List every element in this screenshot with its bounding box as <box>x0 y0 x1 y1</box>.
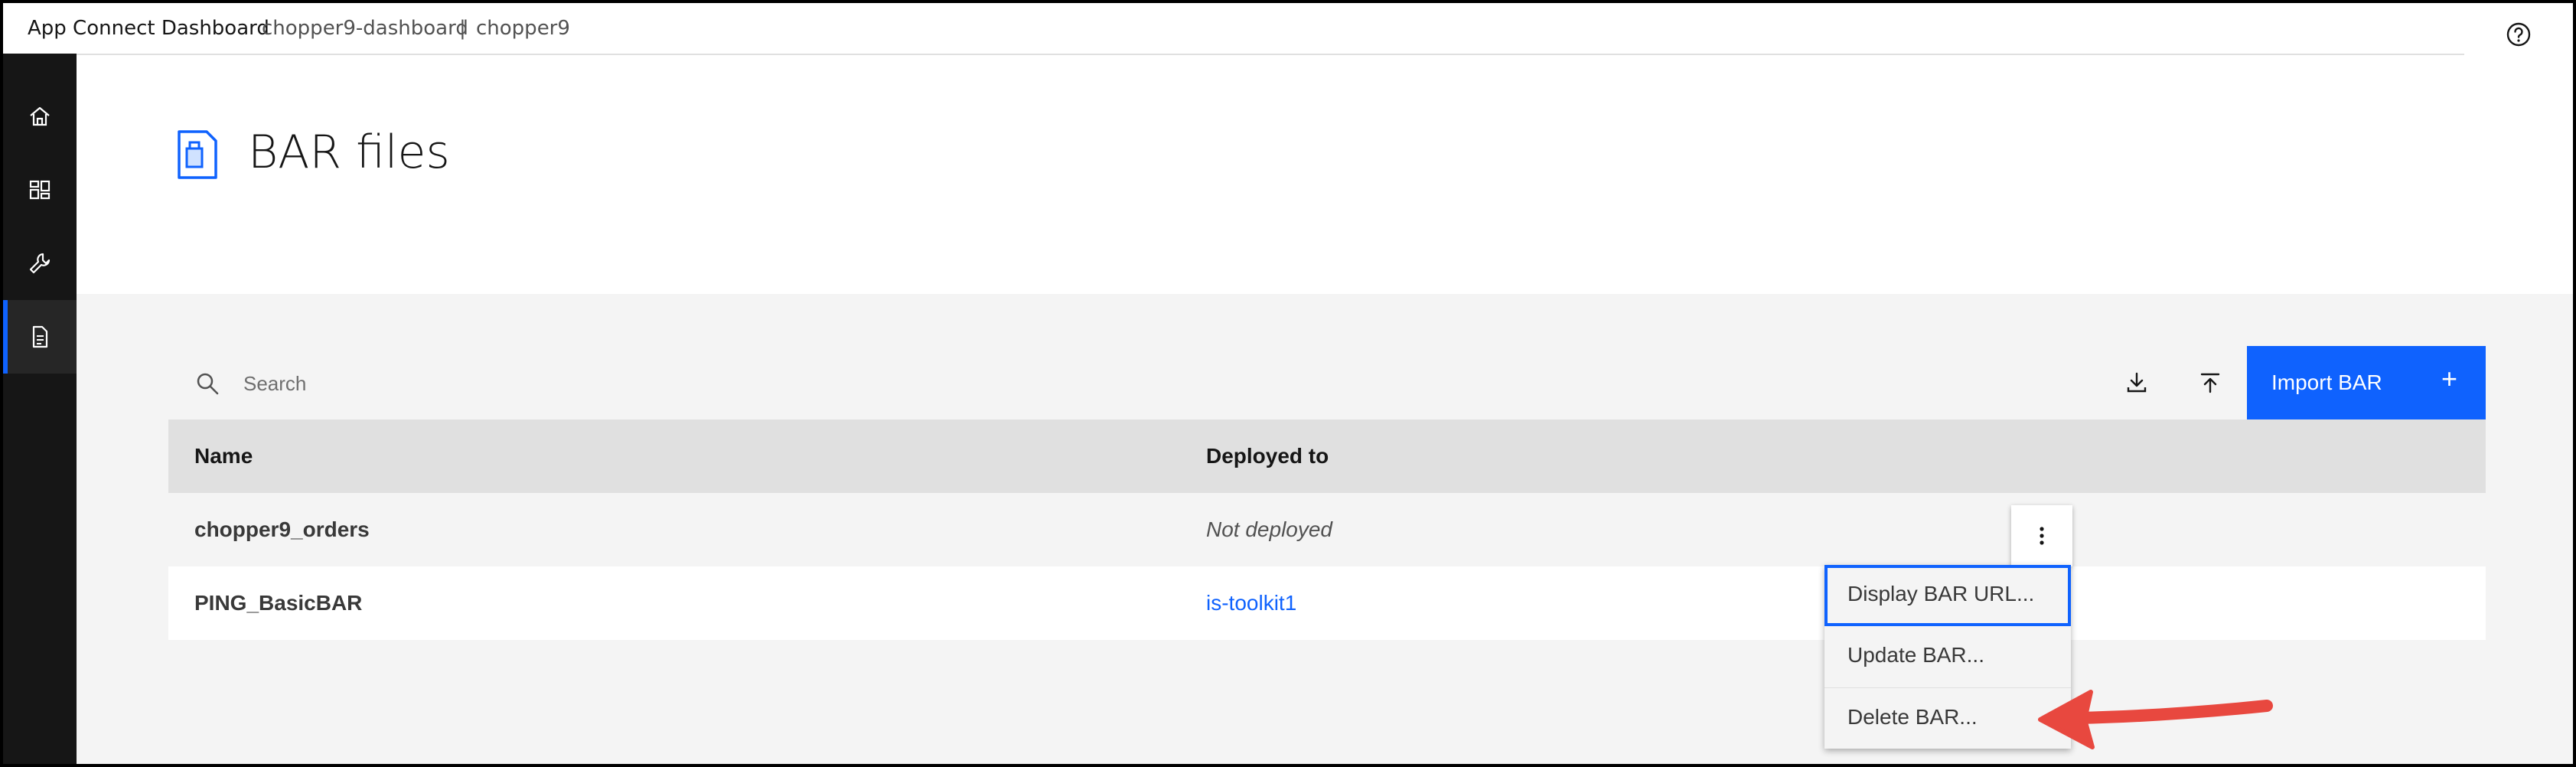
table-row[interactable]: chopper9_orders Not deployed <box>168 493 2486 567</box>
wrench-icon <box>29 253 51 274</box>
row-overflow-button[interactable] <box>2011 505 2072 566</box>
search-icon <box>197 373 219 395</box>
document-icon <box>32 325 48 348</box>
import-bar-label: Import BAR <box>2271 370 2382 394</box>
menu-item-label: Update BAR... <box>1847 643 1984 667</box>
nav-item-tools[interactable] <box>3 227 77 300</box>
search-input[interactable] <box>242 363 2082 404</box>
app-title[interactable]: App Connect Dashboard <box>28 17 269 40</box>
column-header-deployed[interactable]: Deployed to <box>1206 444 1329 468</box>
side-nav <box>3 54 77 764</box>
download-icon <box>2127 372 2147 393</box>
breadcrumb-dashboard[interactable]: chopper9-dashboard <box>262 17 468 40</box>
help-icon[interactable] <box>2506 21 2532 47</box>
import-bar-button[interactable]: Import BAR + <box>2247 346 2486 419</box>
nav-item-bar-files[interactable] <box>3 300 77 374</box>
top-header: App Connect Dashboard chopper9-dashboard… <box>3 3 2573 54</box>
bar-file-icon <box>178 130 217 179</box>
download-button[interactable] <box>2100 346 2173 419</box>
breadcrumb-separator: | <box>459 17 466 40</box>
plus-icon: + <box>2441 363 2458 394</box>
column-header-name[interactable]: Name <box>194 444 253 468</box>
nav-item-home[interactable] <box>3 80 77 153</box>
row-deployed-link[interactable]: is-toolkit1 <box>1206 591 1296 615</box>
dashboard-icon <box>29 180 51 200</box>
upload-button[interactable] <box>2173 346 2247 419</box>
home-icon <box>30 106 50 126</box>
page-title: BAR files <box>248 126 450 179</box>
annotation-arrow-icon <box>2038 690 2273 749</box>
menu-item-label: Display BAR URL... <box>1847 582 2035 605</box>
overflow-menu-icon <box>2040 527 2044 545</box>
header-divider <box>3 54 2464 55</box>
breadcrumb-namespace[interactable]: chopper9 <box>476 17 570 40</box>
menu-item-display-bar-url[interactable]: Display BAR URL... <box>1824 565 2071 626</box>
table-toolbar: Import BAR + <box>168 346 2486 419</box>
row-name: PING_BasicBAR <box>194 591 363 615</box>
app-window: App Connect Dashboard chopper9-dashboard… <box>3 3 2573 764</box>
menu-item-label: Delete BAR... <box>1847 705 1978 729</box>
table-header: Name Deployed to <box>168 419 2486 493</box>
nav-item-dashboard[interactable] <box>3 153 77 227</box>
upload-icon <box>2200 373 2220 393</box>
row-name: chopper9_orders <box>194 517 370 541</box>
row-deployed-status: Not deployed <box>1206 517 1333 541</box>
table-row[interactable]: PING_BasicBAR is-toolkit1 <box>168 566 2486 640</box>
